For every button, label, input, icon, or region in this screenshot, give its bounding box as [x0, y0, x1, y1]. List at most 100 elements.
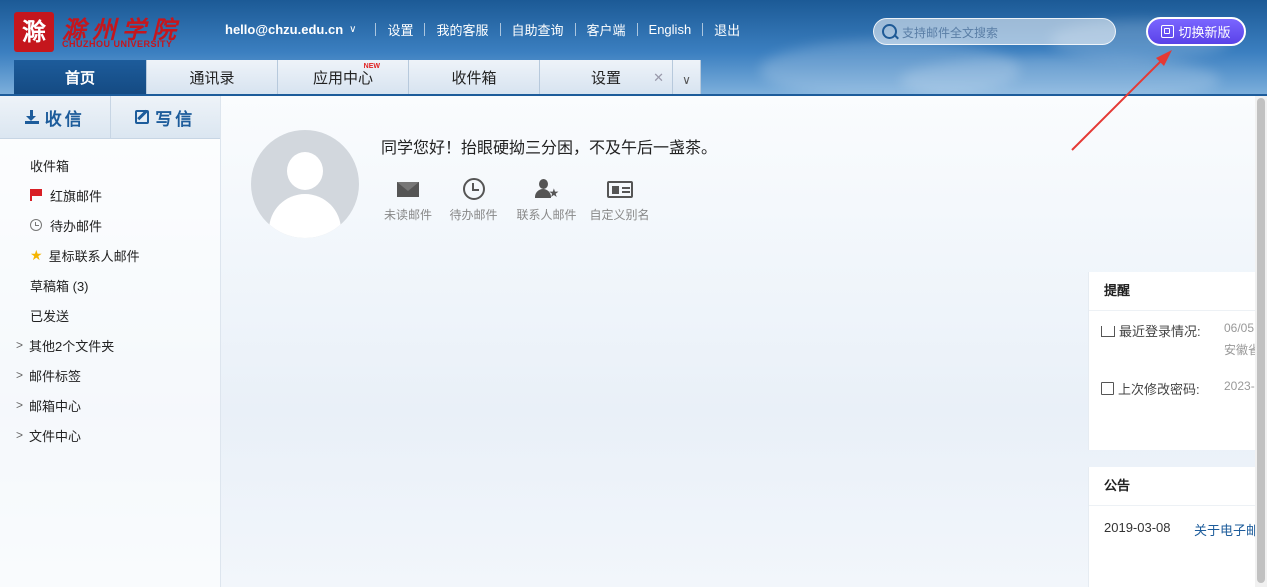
notice-link[interactable]: 关于电子邮	[1194, 520, 1259, 539]
search-box[interactable]	[873, 18, 1116, 45]
top-nav: hello@chzu.edu.cn ∨ 设置 我的客服 自助查询 客户端 Eng…	[225, 20, 740, 38]
quick-link-label: 待办邮件	[449, 208, 498, 222]
chevron-right-icon: >	[16, 338, 24, 352]
divider	[499, 22, 501, 36]
logo-emblem-icon: 滁	[14, 12, 54, 52]
user-avatar[interactable]	[251, 130, 359, 238]
tab-more-dropdown[interactable]: ∨	[673, 60, 701, 95]
folder-label: 红旗邮件	[50, 188, 103, 204]
search-input[interactable]	[900, 23, 1104, 43]
quick-contact-mail[interactable]: ★ 联系人邮件	[510, 176, 583, 223]
divider	[574, 22, 576, 36]
folder-label: 星标联系人邮件	[48, 248, 140, 264]
notice-item[interactable]: 2019-03-08 关于电子邮	[1089, 520, 1259, 550]
chevron-right-icon: >	[16, 398, 24, 412]
close-icon[interactable]: ✕	[653, 70, 664, 86]
quick-unread-mail[interactable]: 未读邮件	[379, 176, 437, 223]
group-other-folders[interactable]: > 其他2个文件夹	[0, 330, 220, 360]
quick-custom-alias[interactable]: 自定义别名	[583, 176, 656, 223]
folder-label: 草稿箱 (3)	[30, 278, 89, 294]
client-link[interactable]: 客户端	[587, 20, 626, 39]
edit-icon	[1101, 382, 1114, 395]
tab-label: 应用中心	[312, 70, 373, 87]
receive-mail-button[interactable]: 收信	[0, 96, 110, 138]
divider	[702, 22, 704, 36]
quick-link-label: 未读邮件	[383, 208, 432, 222]
switch-new-version-button[interactable]: 切换新版	[1146, 17, 1246, 46]
tab-settings[interactable]: 设置 ✕	[540, 60, 673, 95]
customer-service-link[interactable]: 我的客服	[436, 20, 488, 39]
last-login-row: 最近登录情况: 06/05 安徽省	[1089, 321, 1259, 379]
last-login-label: 最近登录情况:	[1119, 324, 1201, 339]
scrollbar-thumb[interactable]	[1257, 98, 1265, 583]
tab-contacts[interactable]: 通讯录	[147, 60, 278, 95]
new-badge: NEW	[363, 63, 380, 70]
last-password-value: 2023-	[1224, 379, 1255, 393]
avatar-head-icon	[287, 152, 323, 190]
quick-link-label: 联系人邮件	[516, 208, 577, 222]
receive-label: 收信	[44, 109, 85, 129]
contact-star-icon: ★	[534, 179, 559, 200]
tab-home[interactable]: 首页	[14, 60, 147, 95]
user-email[interactable]: hello@chzu.edu.cn	[225, 22, 343, 37]
settings-link[interactable]: 设置	[387, 20, 413, 39]
clock-icon	[30, 219, 42, 231]
folder-starred-contacts[interactable]: ★ 星标联系人邮件	[0, 240, 220, 270]
quick-todo-mail[interactable]: 待办邮件	[437, 176, 510, 223]
star-icon: ★	[30, 246, 43, 263]
quick-links: 未读邮件 待办邮件 ★ 联系人邮件 自定义别名	[379, 176, 656, 223]
logout-link[interactable]: 退出	[714, 20, 740, 39]
switch-version-icon	[1161, 25, 1175, 38]
university-logo[interactable]: 滁 滁州学院 CHUZHOU UNIVERSITY	[14, 12, 184, 52]
sidebar: 收信 写信 收件箱 红旗邮件 待办邮件 ★ 星标联系人邮件 草稿箱 (3) 已发…	[0, 96, 221, 587]
tab-label: 设置	[590, 70, 621, 87]
tab-inbox[interactable]: 收件箱	[409, 60, 540, 95]
notice-panel: 公告 2019-03-08 关于电子邮	[1088, 467, 1259, 587]
compose-label: 写信	[155, 109, 196, 129]
red-flag-icon	[30, 189, 42, 201]
divider	[636, 22, 638, 36]
notice-date: 2019-03-08	[1104, 520, 1171, 535]
group-label: 邮箱中心	[29, 398, 82, 414]
folder-label: 收件箱	[30, 158, 70, 174]
chevron-right-icon: >	[16, 428, 24, 442]
tab-app-center[interactable]: 应用中心 NEW	[278, 60, 409, 95]
folder-label: 已发送	[30, 308, 70, 324]
search-icon[interactable]	[882, 24, 897, 39]
folder-inbox[interactable]: 收件箱	[0, 150, 220, 180]
annotation-arrow-icon	[1071, 50, 1172, 151]
vertical-scrollbar[interactable]	[1255, 96, 1267, 587]
folder-drafts[interactable]: 草稿箱 (3)	[0, 270, 220, 300]
last-login-value: 06/05	[1224, 321, 1255, 335]
mail-actions: 收信 写信	[0, 96, 220, 139]
chevron-down-icon: ∨	[682, 72, 691, 87]
last-password-row: 上次修改密码: 2023-	[1089, 379, 1259, 407]
mail-app: 滁 滁州学院 CHUZHOU UNIVERSITY hello@chzu.edu…	[0, 0, 1267, 587]
tab-label: 收件箱	[451, 70, 497, 87]
group-label: 文件中心	[29, 428, 82, 444]
divider	[375, 22, 377, 36]
self-service-query-link[interactable]: 自助查询	[512, 20, 564, 39]
tab-label: 首页	[64, 70, 95, 87]
home-icon	[1101, 326, 1115, 337]
folder-flagged[interactable]: 红旗邮件	[0, 180, 220, 210]
edit-icon	[135, 110, 150, 124]
last-password-label: 上次修改密码:	[1118, 382, 1200, 397]
quick-link-label: 自定义别名	[589, 208, 650, 222]
chevron-right-icon: >	[16, 368, 24, 382]
folder-list: 收件箱 红旗邮件 待办邮件 ★ 星标联系人邮件 草稿箱 (3) 已发送 > 其他…	[0, 139, 220, 450]
compose-mail-button[interactable]: 写信	[109, 96, 221, 138]
reminder-title: 提醒	[1089, 272, 1259, 311]
chevron-down-icon[interactable]: ∨	[349, 24, 356, 35]
switch-new-version-label: 切换新版	[1178, 25, 1231, 40]
group-mail-tags[interactable]: > 邮件标签	[0, 360, 220, 390]
group-file-center[interactable]: > 文件中心	[0, 420, 220, 450]
clock-icon	[462, 178, 485, 200]
folder-sent[interactable]: 已发送	[0, 300, 220, 330]
folder-todo[interactable]: 待办邮件	[0, 210, 220, 240]
reminder-panel: 提醒 最近登录情况: 06/05 安徽省 上次修改密码: 2023-	[1088, 272, 1259, 450]
divider	[424, 22, 426, 36]
english-link[interactable]: English	[649, 22, 692, 37]
tab-label: 通讯录	[189, 70, 235, 87]
group-mailbox-center[interactable]: > 邮箱中心	[0, 390, 220, 420]
